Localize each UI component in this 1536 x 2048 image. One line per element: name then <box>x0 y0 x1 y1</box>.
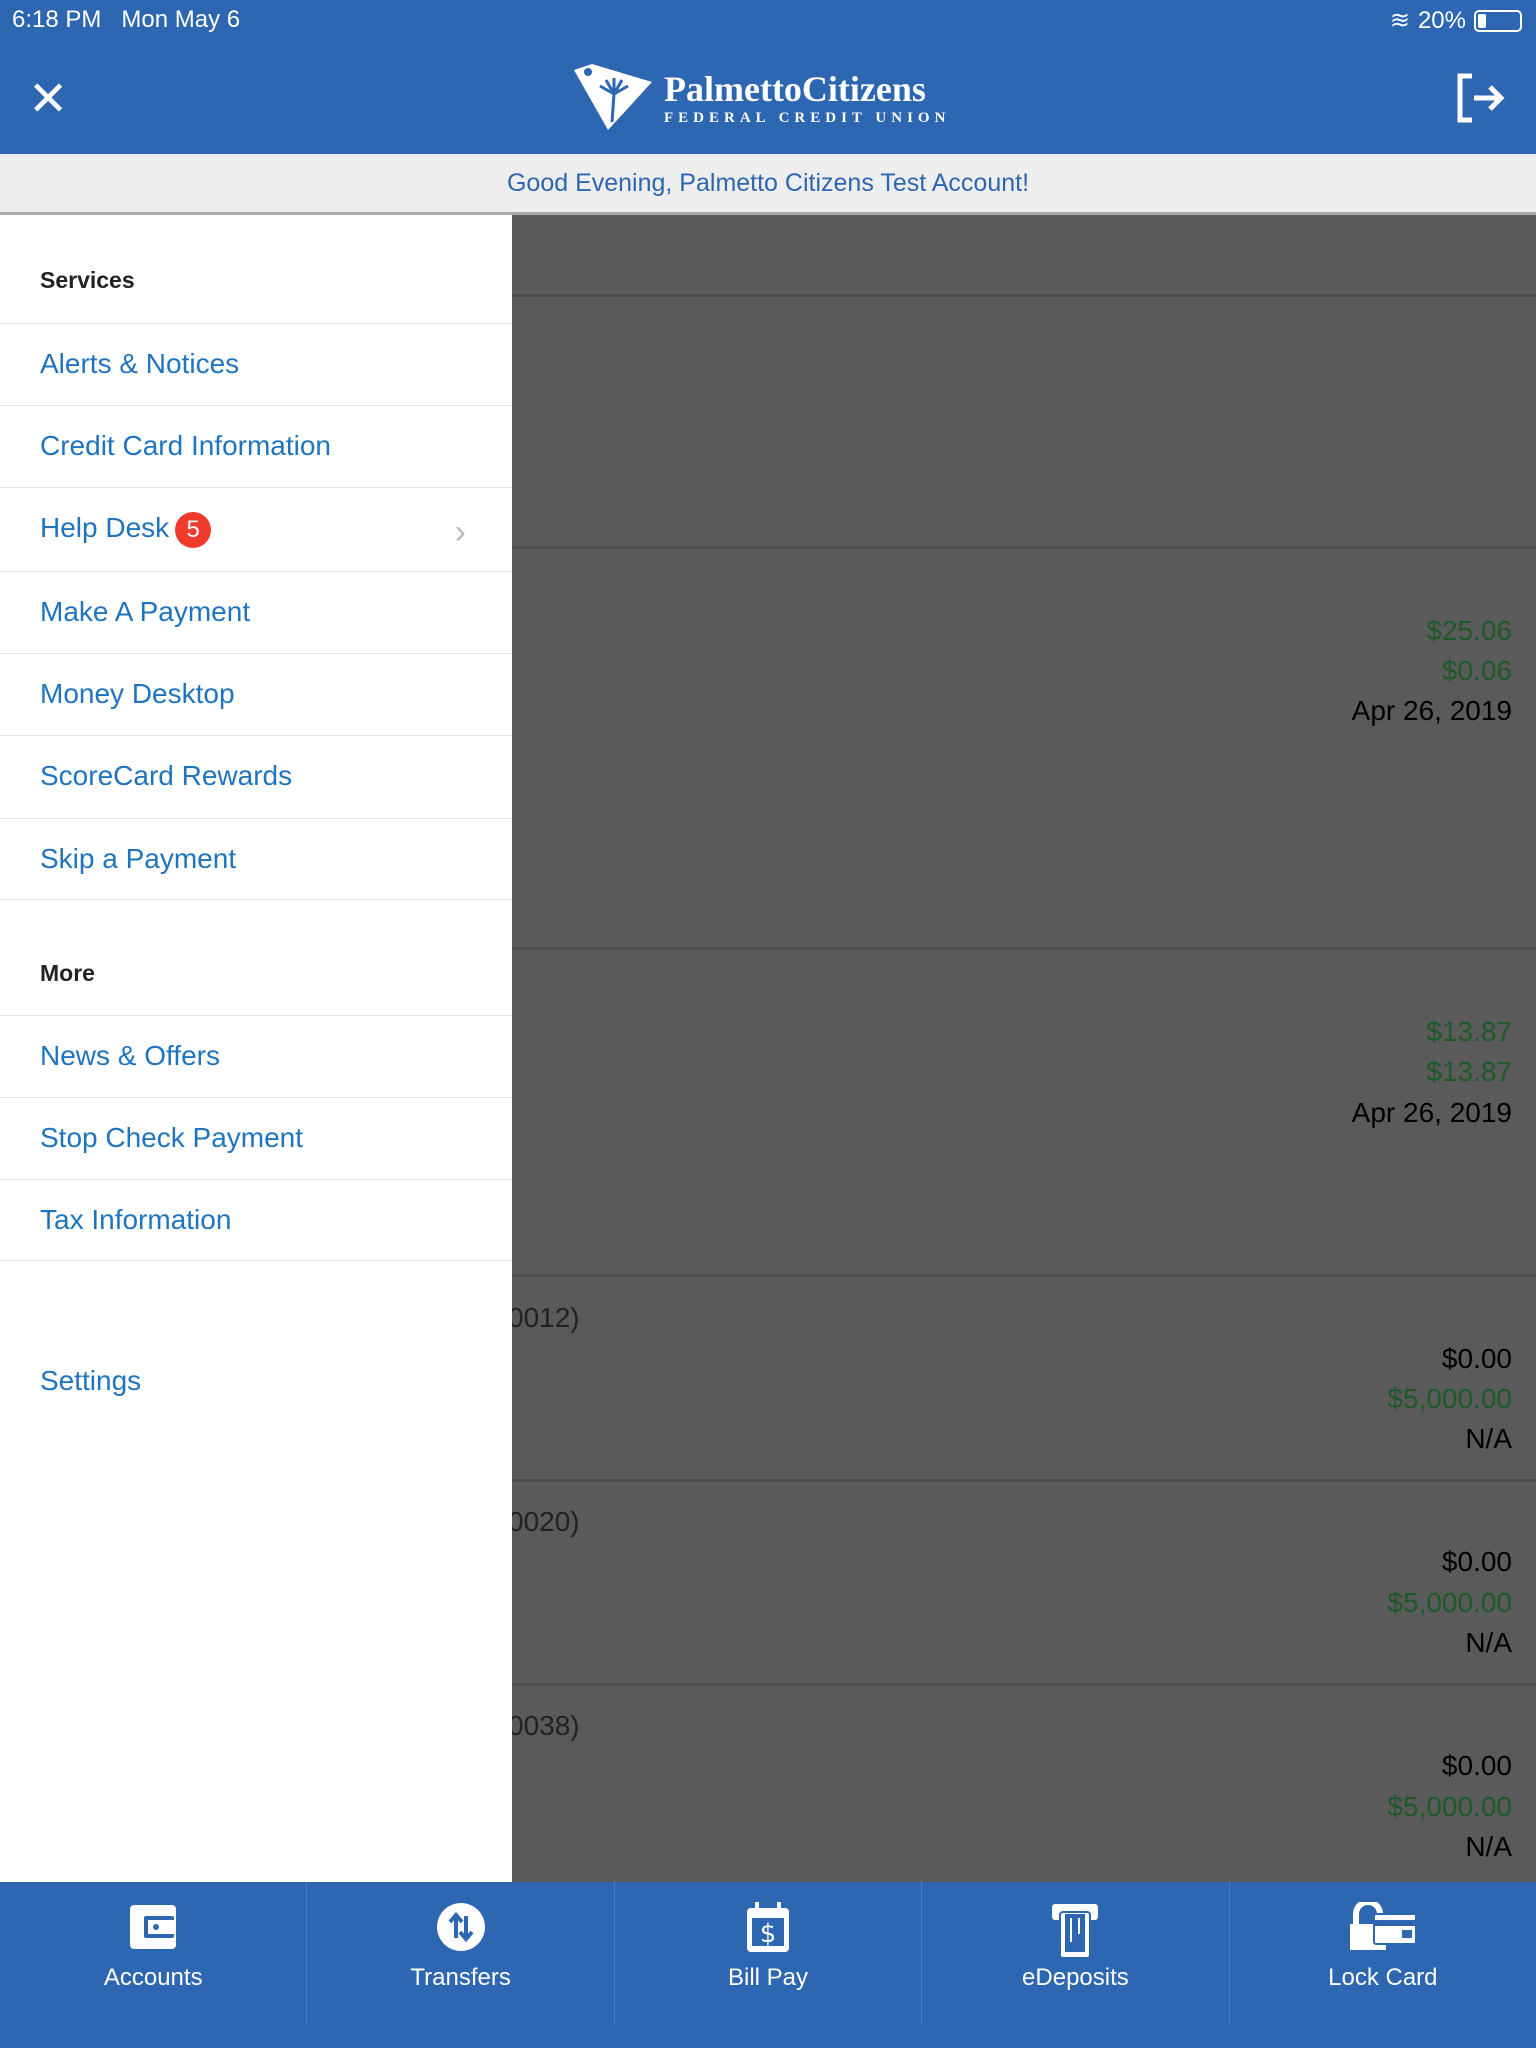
lock-card-icon <box>1349 1902 1417 1950</box>
tab-bill-pay[interactable]: $ Bill Pay <box>615 1882 923 2026</box>
notification-badge: 5 <box>175 511 212 548</box>
account-available: $5,000.00 <box>1387 1791 1512 1822</box>
greeting-banner: Good Evening, Palmetto Citizens Test Acc… <box>0 154 1536 215</box>
logo-subtitle: FEDERAL CREDIT UNION <box>664 109 951 126</box>
menu-item-skip-a-payment[interactable]: Skip a Payment <box>0 818 512 900</box>
tab-lock-card[interactable]: Lock Card <box>1230 1882 1536 2026</box>
account-balance: $0.00 <box>1441 1750 1512 1781</box>
menu-item-label: Stop Check Payment <box>40 1122 304 1153</box>
section-title-services: Services <box>40 267 135 293</box>
tab-transfers[interactable]: Transfers <box>307 1882 615 2026</box>
menu-item-label: Credit Card Information <box>40 430 332 461</box>
status-time: 6:18 PM Mon May 6 <box>12 6 240 34</box>
menu-item-label: ScoreCard Rewards <box>40 760 293 791</box>
app-header: ✕ PalmettoCitizens FEDERAL CREDIT UNION <box>0 40 1536 154</box>
bottom-tab-bar: Accounts Transfers $ Bill Pay eDeposits … <box>0 1882 1536 2048</box>
side-menu: Services Alerts & Notices Credit Card In… <box>0 215 512 1882</box>
account-available: $5,000.00 <box>1387 1383 1512 1414</box>
menu-item-alerts[interactable]: Alerts & Notices <box>0 323 512 405</box>
account-available: $13.87 <box>1426 1056 1512 1087</box>
date: Mon May 6 <box>121 6 241 33</box>
time: 6:18 PM <box>12 6 102 33</box>
status-bar: 6:18 PM Mon May 6 ≋ 20% <box>0 0 1536 40</box>
account-date: N/A <box>1465 1627 1512 1658</box>
wifi-icon: ≋ <box>1389 7 1410 34</box>
account-number-partial: 0012) <box>508 1302 580 1333</box>
account-balance: $13.87 <box>1426 1016 1512 1047</box>
svg-text:$: $ <box>760 1919 777 1949</box>
section-title-more: More <box>40 960 95 986</box>
check-deposit-icon <box>1052 1904 1099 1959</box>
bill-calendar-icon: $ <box>747 1902 790 1952</box>
account-date: N/A <box>1465 1423 1512 1454</box>
account-number-partial: 0020) <box>508 1506 580 1537</box>
transfer-icon <box>436 1903 485 1951</box>
account-available: $0.06 <box>1441 655 1512 686</box>
battery-percent: 20% <box>1417 6 1466 34</box>
menu-item-label: Money Desktop <box>40 678 235 709</box>
wallet-icon <box>130 1905 177 1949</box>
menu-item-label: Tax Information <box>40 1204 232 1235</box>
account-available: $5,000.00 <box>1387 1587 1512 1618</box>
account-number-partial: 0038) <box>508 1710 580 1741</box>
menu-item-label: Settings <box>40 1365 142 1396</box>
divider <box>512 1479 1536 1482</box>
menu-item-money-desktop[interactable]: Money Desktop <box>0 653 512 735</box>
menu-item-tax-information[interactable]: Tax Information <box>0 1179 512 1261</box>
divider <box>512 1274 1536 1277</box>
divider <box>512 947 1536 950</box>
menu-item-label: Make A Payment <box>40 596 251 627</box>
tab-accounts[interactable]: Accounts <box>0 1882 308 2026</box>
close-icon[interactable]: ✕ <box>28 76 68 124</box>
palmetto-logo-icon <box>574 64 652 130</box>
tab-label: Transfers <box>410 1964 511 1991</box>
account-date: N/A <box>1465 1831 1512 1862</box>
chevron-right-icon: › <box>454 513 466 551</box>
account-date: Apr 26, 2019 <box>1351 695 1512 726</box>
menu-item-label: Alerts & Notices <box>40 348 240 379</box>
menu-item-label: Help Desk <box>40 512 170 543</box>
divider <box>512 546 1536 549</box>
divider <box>512 294 1536 297</box>
tab-label: Lock Card <box>1328 1964 1438 1991</box>
tab-label: Bill Pay <box>728 1964 809 1991</box>
tab-edeposits[interactable]: eDeposits <box>922 1882 1230 2026</box>
divider <box>512 1683 1536 1686</box>
menu-item-make-a-payment[interactable]: Make A Payment <box>0 571 512 653</box>
account-date: Apr 26, 2019 <box>1351 1097 1512 1128</box>
menu-item-label: News & Offers <box>40 1040 220 1071</box>
account-balance: $0.00 <box>1441 1343 1512 1374</box>
menu-item-stop-check-payment[interactable]: Stop Check Payment <box>0 1097 512 1179</box>
menu-item-credit-card-information[interactable]: Credit Card Information <box>0 405 512 487</box>
account-balance: $25.06 <box>1426 615 1512 646</box>
logo: PalmettoCitizens FEDERAL CREDIT UNION <box>572 62 950 132</box>
menu-item-news-offers[interactable]: News & Offers <box>0 1015 512 1097</box>
logo-name: PalmettoCitizens <box>664 68 926 109</box>
menu-item-help-desk[interactable]: Help Desk 5 › <box>0 487 512 571</box>
logout-icon[interactable] <box>1456 72 1506 124</box>
account-balance: $0.00 <box>1441 1546 1512 1577</box>
menu-item-scorecard-rewards[interactable]: ScoreCard Rewards <box>0 735 512 817</box>
menu-item-settings[interactable]: Settings <box>0 1341 512 1423</box>
battery-icon <box>1474 9 1522 32</box>
tab-label: eDeposits <box>1022 1964 1129 1991</box>
menu-item-label: Skip a Payment <box>40 843 237 874</box>
accounts-list-dimmed[interactable] <box>512 215 1536 1882</box>
tab-label: Accounts <box>103 1964 203 1991</box>
